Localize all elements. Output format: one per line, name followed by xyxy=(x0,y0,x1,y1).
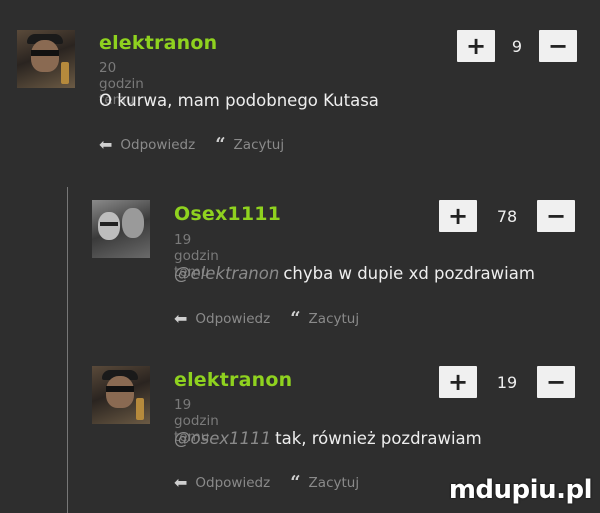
comment-body: tak, również pozdrawiam xyxy=(275,429,482,448)
vote-controls: + 9 − xyxy=(457,30,577,62)
avatar[interactable] xyxy=(92,366,150,424)
comment-actions: ⬅ Odpowiedz “ Zacytuj xyxy=(99,134,284,155)
vote-count: 9 xyxy=(511,36,523,56)
upvote-button[interactable]: + xyxy=(457,30,495,62)
reply-arrow-icon[interactable]: ⬅ xyxy=(174,309,187,328)
username[interactable]: elektranon xyxy=(174,369,292,391)
comment-body: chyba w dupie xd pozdrawiam xyxy=(283,264,535,283)
comment-text: @osex1111 tak, również pozdrawiam xyxy=(174,429,482,448)
vote-controls: + 78 − xyxy=(439,200,575,232)
vote-controls: + 19 − xyxy=(439,366,575,398)
quote-link[interactable]: Zacytuj xyxy=(309,475,360,491)
reply-arrow-icon[interactable]: ⬅ xyxy=(99,135,112,154)
thread-line xyxy=(67,187,68,513)
reply-link[interactable]: Odpowiedz xyxy=(195,311,270,327)
quote-link[interactable]: Zacytuj xyxy=(309,311,360,327)
downvote-button[interactable]: − xyxy=(539,30,577,62)
reply-arrow-icon[interactable]: ⬅ xyxy=(174,473,187,492)
comment-actions: ⬅ Odpowiedz “ Zacytuj xyxy=(174,472,359,493)
downvote-button[interactable]: − xyxy=(537,200,575,232)
reply-link[interactable]: Odpowiedz xyxy=(120,137,195,153)
avatar[interactable] xyxy=(92,200,150,258)
reply-link[interactable]: Odpowiedz xyxy=(195,475,270,491)
upvote-button[interactable]: + xyxy=(439,366,477,398)
quote-link[interactable]: Zacytuj xyxy=(234,137,285,153)
vote-count: 78 xyxy=(496,206,518,226)
username[interactable]: Osex1111 xyxy=(174,203,281,225)
username[interactable]: elektranon xyxy=(99,32,217,54)
avatar[interactable] xyxy=(17,30,75,88)
downvote-button[interactable]: − xyxy=(537,366,575,398)
watermark-logo: mdupiu.pl xyxy=(448,475,593,505)
quote-icon[interactable]: “ xyxy=(290,308,300,329)
quote-icon[interactable]: “ xyxy=(290,472,300,493)
vote-count: 19 xyxy=(496,372,518,392)
user-mention[interactable]: @elektranon xyxy=(174,264,279,283)
upvote-button[interactable]: + xyxy=(439,200,477,232)
comment-text: @elektranon chyba w dupie xd pozdrawiam xyxy=(174,264,535,283)
comment-text: O kurwa, mam podobnego Kutasa xyxy=(99,91,379,110)
user-mention[interactable]: @osex1111 xyxy=(174,429,271,448)
comment-actions: ⬅ Odpowiedz “ Zacytuj xyxy=(174,308,359,329)
quote-icon[interactable]: “ xyxy=(215,134,225,155)
